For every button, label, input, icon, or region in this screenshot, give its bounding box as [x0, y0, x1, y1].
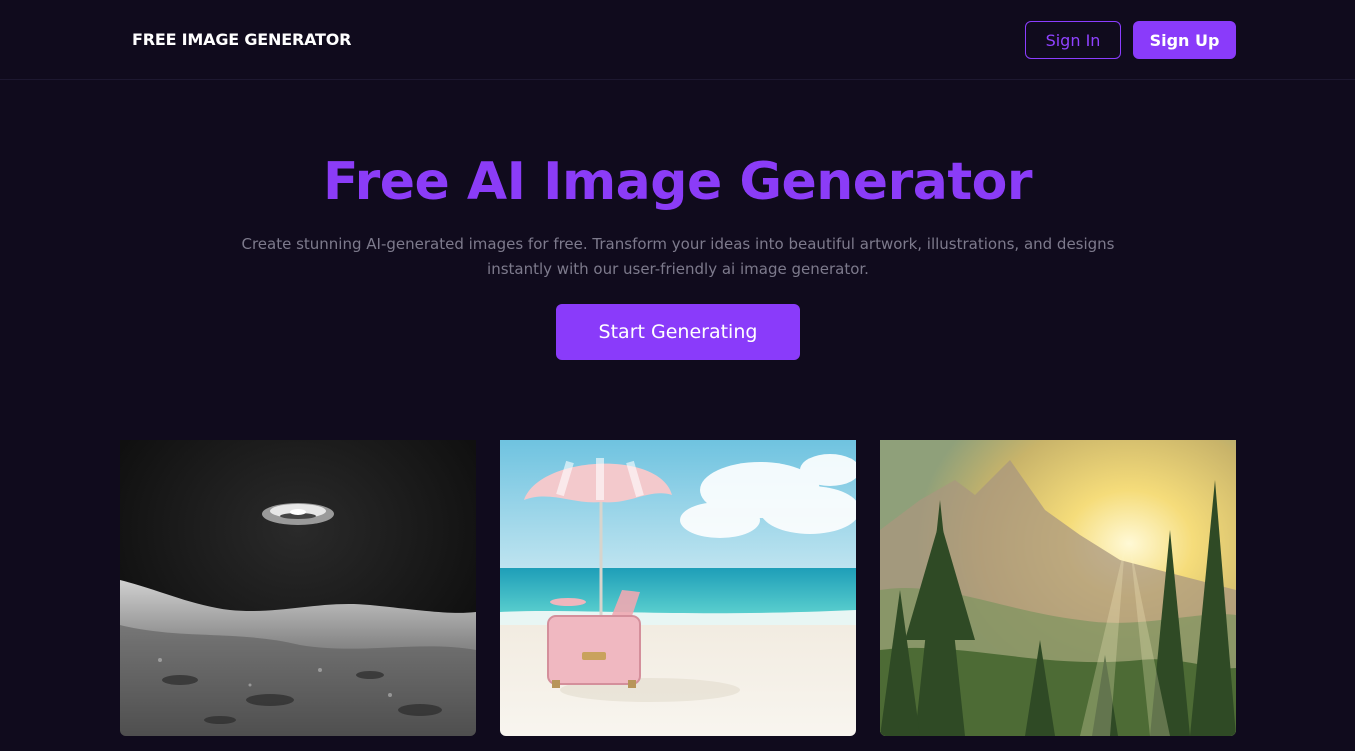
- brand-logo-text[interactable]: FREE IMAGE GENERATOR: [132, 30, 351, 49]
- gallery-image-ufo-moon[interactable]: [120, 440, 476, 736]
- sign-in-button[interactable]: Sign In: [1025, 21, 1121, 59]
- gallery-image-forest[interactable]: [880, 440, 1236, 736]
- hero-title: Free AI Image Generator: [322, 152, 1033, 212]
- site-header: FREE IMAGE GENERATOR Sign In Sign Up: [0, 0, 1355, 80]
- hero-subtitle: Create stunning AI-generated images for …: [241, 235, 1115, 278]
- start-generating-button[interactable]: Start Generating: [556, 304, 800, 360]
- gallery-image-beach[interactable]: [500, 440, 856, 736]
- sign-up-button[interactable]: Sign Up: [1133, 21, 1236, 59]
